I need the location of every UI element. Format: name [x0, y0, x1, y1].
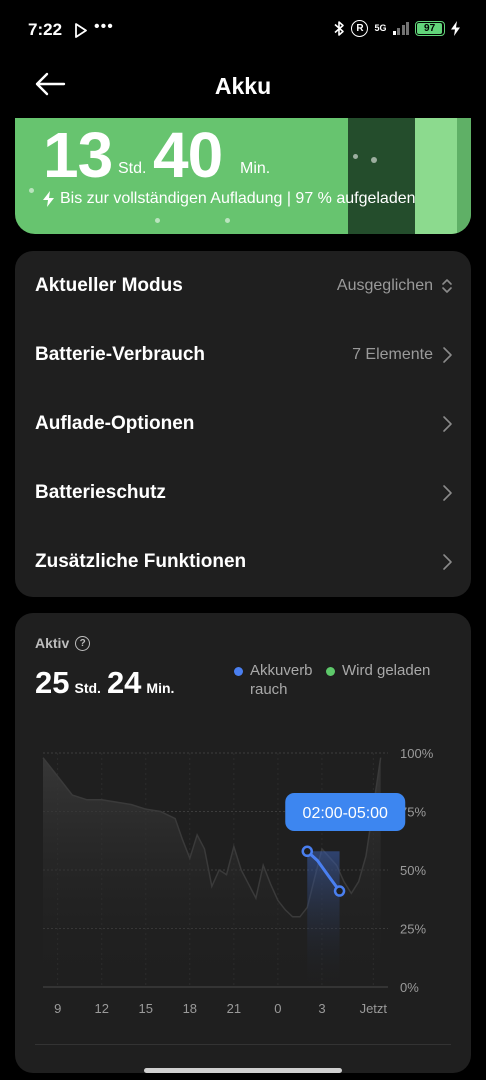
row-battery-usage[interactable]: Batterie-Verbrauch 7 Elemente: [15, 320, 471, 389]
charging-bolt-icon: [451, 21, 460, 36]
row-label: Batterieschutz: [35, 481, 166, 503]
network-type: 5G: [374, 23, 387, 33]
hero-decoration: [371, 157, 377, 163]
row-label: Aktueller Modus: [35, 274, 183, 296]
registered-icon: R: [351, 20, 369, 37]
usage-point: [333, 885, 346, 897]
usage-point: [301, 845, 314, 858]
row-label: Batterie-Verbrauch: [35, 343, 206, 365]
remaining-hours: 13: [43, 119, 113, 191]
battery-settings-list: Aktueller Modus Ausgeglichen Batterie-Ve…: [15, 251, 471, 597]
row-current-mode[interactable]: Aktueller Modus Ausgeglichen: [15, 251, 471, 320]
x-tick-label: 9: [54, 1001, 61, 1016]
hero-decoration: [353, 154, 358, 159]
play-store-icon: [75, 23, 87, 38]
x-tick-label: 0: [274, 1001, 281, 1016]
up-down-chevron-icon: [442, 278, 452, 293]
minutes-unit: Min.: [240, 160, 271, 177]
app-header: Akku: [0, 60, 486, 116]
battery-chart[interactable]: 100%75%50%25%0%9 12 15 18 21 0 3 Jetzt02:00-05:…: [15, 613, 471, 1033]
remaining-minutes: 40: [153, 119, 223, 191]
x-tick-label: 12: [94, 1001, 108, 1016]
x-tick-label: 18: [183, 1001, 197, 1016]
status-time: 7:22: [28, 20, 63, 39]
chevron-right-icon: [443, 484, 452, 501]
charging-text: Bis zur vollständigen Aufladung | 97 % a…: [60, 190, 416, 207]
battery-usage-card: Aktiv ? 25 Std. 24 Min. Akkuverb rauch Wird…: [15, 613, 471, 1073]
hero-decoration: [225, 218, 230, 223]
signal-icon: [392, 22, 409, 35]
row-charging-options[interactable]: Auflade-Optionen: [15, 389, 471, 458]
x-tick-label: 15: [139, 1001, 153, 1016]
x-tick-label: Jetzt: [360, 1001, 388, 1016]
gesture-bar[interactable]: [144, 1068, 342, 1073]
hero-decoration: [155, 218, 160, 223]
chevron-right-icon: [443, 415, 452, 432]
selected-range-highlight: [307, 851, 340, 987]
more-dots-icon: •••: [94, 18, 114, 35]
y-tick-label: 25%: [400, 922, 426, 937]
hero-decoration: [457, 118, 471, 234]
hero-decoration: [29, 188, 34, 193]
battery-icon: 97: [415, 21, 445, 36]
page-title: Akku: [214, 73, 272, 99]
charging-time-card: 13 Std. 40 Min. Bis zur vollständigen Au…: [15, 118, 471, 234]
charging-info: Bis zur vollständigen Aufladung | 97 % a…: [43, 190, 416, 208]
status-bar: 7:22 ••• R 5G 97: [0, 0, 486, 60]
bluetooth-icon: [334, 21, 345, 36]
chevron-right-icon: [443, 346, 452, 363]
hours-unit: Std.: [118, 160, 147, 177]
divider: [35, 1044, 451, 1045]
tooltip-text: 02:00-05:00: [303, 805, 389, 822]
chevron-right-icon: [443, 553, 452, 570]
x-tick-label: 21: [227, 1001, 241, 1016]
hero-decoration: [415, 118, 457, 234]
row-battery-protection[interactable]: Batterieschutz: [15, 458, 471, 527]
hero-decoration: [348, 118, 417, 234]
y-tick-label: 50%: [400, 863, 426, 878]
row-additional-features[interactable]: Zusätzliche Funktionen: [15, 527, 471, 596]
x-tick-label: 3: [318, 1001, 325, 1016]
row-value: 7 Elemente: [352, 345, 433, 363]
y-tick-label: 100%: [400, 746, 434, 761]
y-tick-label: 0%: [400, 980, 419, 995]
battery-level: 97: [417, 23, 443, 34]
row-label: Zusätzliche Funktionen: [35, 550, 247, 572]
row-value: Ausgeglichen: [336, 276, 433, 294]
charging-bolt-icon: [43, 191, 54, 207]
row-label: Auflade-Optionen: [35, 412, 195, 434]
